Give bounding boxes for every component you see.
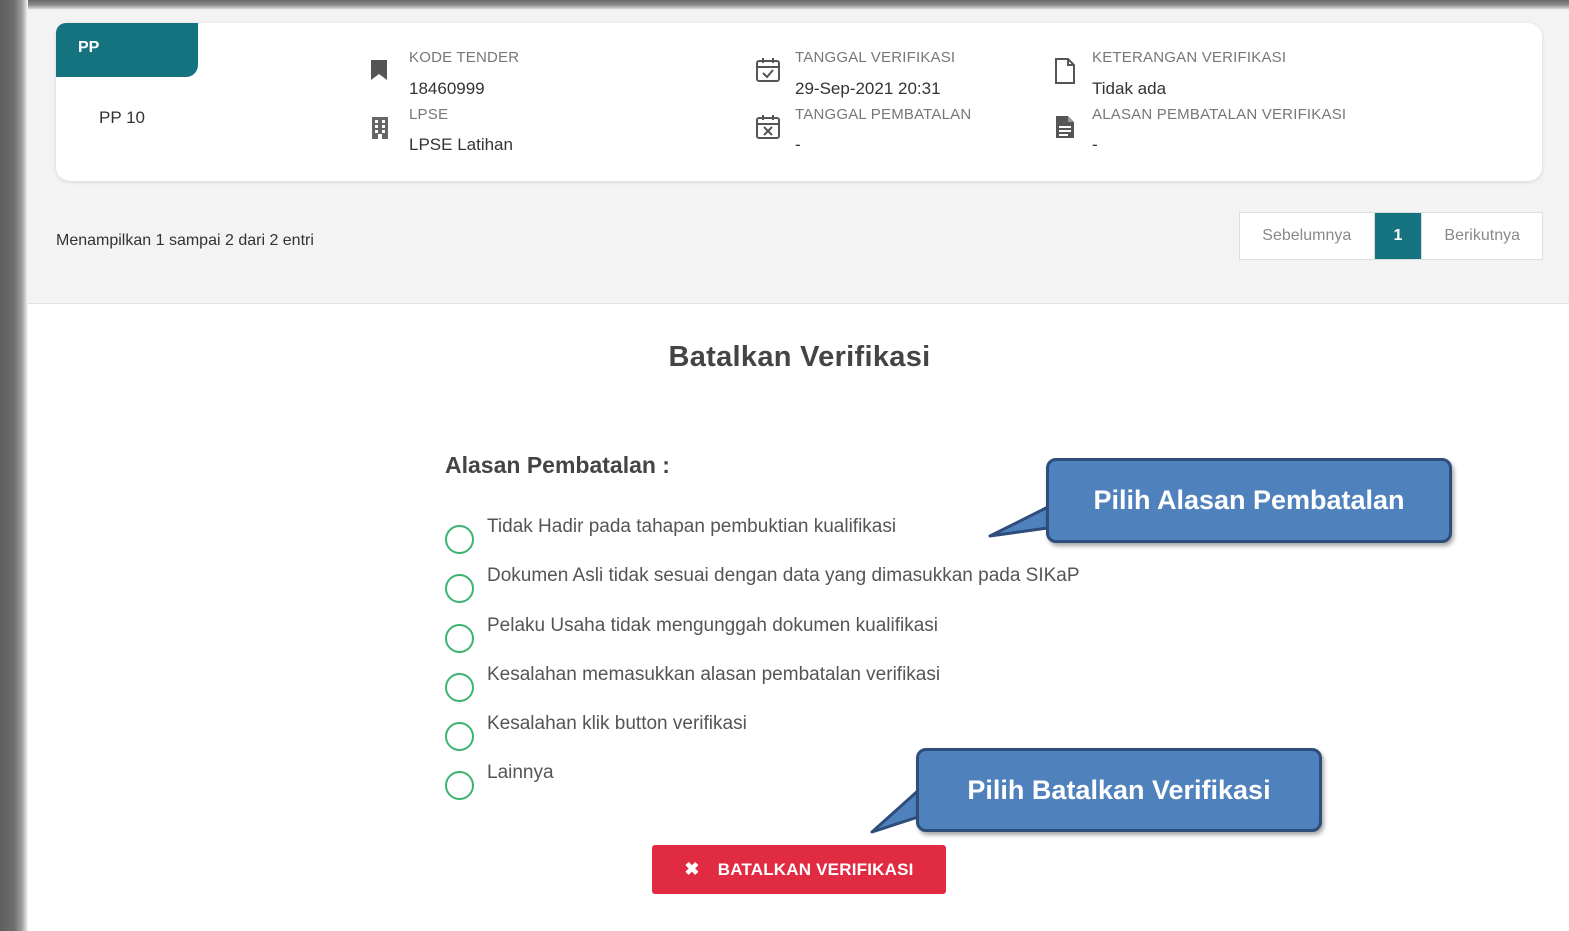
callout-pilih-alasan-text: Pilih Alasan Pembatalan (1093, 485, 1405, 515)
callout-pilih-batalkan-text: Pilih Batalkan Verifikasi (967, 774, 1271, 805)
callout-pilih-batalkan: Pilih Batalkan Verifikasi (916, 748, 1322, 832)
callout-pilih-alasan: Pilih Alasan Pembatalan (1046, 458, 1452, 543)
